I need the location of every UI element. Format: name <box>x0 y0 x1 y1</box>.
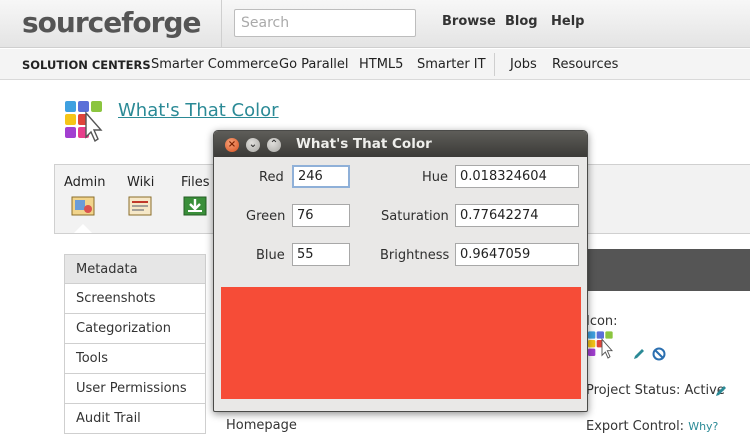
remove-icon[interactable] <box>652 347 666 361</box>
admin-icon[interactable] <box>71 196 95 216</box>
solution-centers-title: SOLUTION CENTERS <box>22 58 151 72</box>
nav-resources[interactable]: Resources <box>552 57 618 72</box>
solution-smarter-it[interactable]: Smarter IT <box>417 57 486 72</box>
solution-html5[interactable]: HTML5 <box>359 57 403 72</box>
dialog-titlebar[interactable]: × ⌄ ⌃ What's That Color <box>214 131 587 157</box>
sidebar-item-screenshots[interactable]: Screenshots <box>64 284 206 314</box>
saturation-input[interactable] <box>455 204 579 227</box>
blue-input[interactable] <box>292 243 350 266</box>
sidebar-item-user-permissions[interactable]: User Permissions <box>64 374 206 404</box>
minimize-window-icon[interactable]: ⌄ <box>246 138 260 152</box>
sidebar-item-categorization[interactable]: Categorization <box>64 314 206 344</box>
status-edit-pencil-icon[interactable] <box>714 384 728 398</box>
tab-wiki[interactable]: Wiki <box>127 175 154 190</box>
maximize-window-icon[interactable]: ⌃ <box>267 138 281 152</box>
wiki-icon[interactable] <box>128 196 152 216</box>
nav-help[interactable]: Help <box>551 14 584 29</box>
site-header: sourceforge Browse Blog Help <box>0 0 750 48</box>
solution-divider <box>494 53 495 76</box>
nav-browse[interactable]: Browse <box>442 14 496 29</box>
sidebar-item-metadata[interactable]: Metadata <box>64 254 206 284</box>
icon-label: Icon: <box>586 314 618 329</box>
hue-input[interactable] <box>455 165 579 188</box>
files-download-icon[interactable] <box>183 196 207 216</box>
dialog-title: What's That Color <box>296 136 432 152</box>
blue-label: Blue <box>256 248 285 263</box>
nav-blog[interactable]: Blog <box>505 14 538 29</box>
solution-smarter-commerce[interactable]: Smarter Commerce <box>151 57 278 72</box>
close-window-icon[interactable]: × <box>225 138 239 152</box>
tab-admin[interactable]: Admin <box>64 175 105 190</box>
edit-pencil-icon[interactable] <box>632 347 646 361</box>
green-label: Green <box>246 209 286 224</box>
brightness-label: Brightness <box>380 248 450 263</box>
sourceforge-logo[interactable]: sourceforge <box>22 6 201 39</box>
hue-label: Hue <box>422 170 449 185</box>
section-header-bar <box>570 249 750 291</box>
green-input[interactable] <box>292 204 350 227</box>
red-input[interactable] <box>292 165 350 188</box>
project-logo-icon[interactable] <box>64 99 108 147</box>
tab-files[interactable]: Files <box>181 175 210 190</box>
red-label: Red <box>259 170 284 185</box>
sidebar-item-tools[interactable]: Tools <box>64 344 206 374</box>
color-swatch <box>221 287 581 399</box>
sidebar-item-audit-trail[interactable]: Audit Trail <box>64 404 206 434</box>
solution-go-parallel[interactable]: Go Parallel <box>279 57 349 72</box>
project-small-icon <box>588 331 614 359</box>
project-status-label: Project Status: Active <box>586 383 725 398</box>
brightness-input[interactable] <box>455 243 579 266</box>
saturation-label: Saturation <box>381 209 449 224</box>
why-link[interactable]: Why? <box>688 420 718 433</box>
homepage-label: Homepage <box>226 418 297 433</box>
admin-sidebar: Metadata Screenshots Categorization Tool… <box>64 254 206 434</box>
project-title[interactable]: What's That Color <box>118 100 279 121</box>
export-control-label: Export Control: Why? <box>586 419 718 434</box>
whats-that-color-dialog: × ⌄ ⌃ What's That Color Red Green Blue H… <box>213 130 588 412</box>
nav-jobs[interactable]: Jobs <box>510 57 537 72</box>
solution-centers-bar: SOLUTION CENTERS Smarter Commerce Go Par… <box>0 49 750 80</box>
header-divider <box>221 0 222 48</box>
export-control-text: Export Control: <box>586 419 685 434</box>
search-input[interactable] <box>234 9 416 37</box>
